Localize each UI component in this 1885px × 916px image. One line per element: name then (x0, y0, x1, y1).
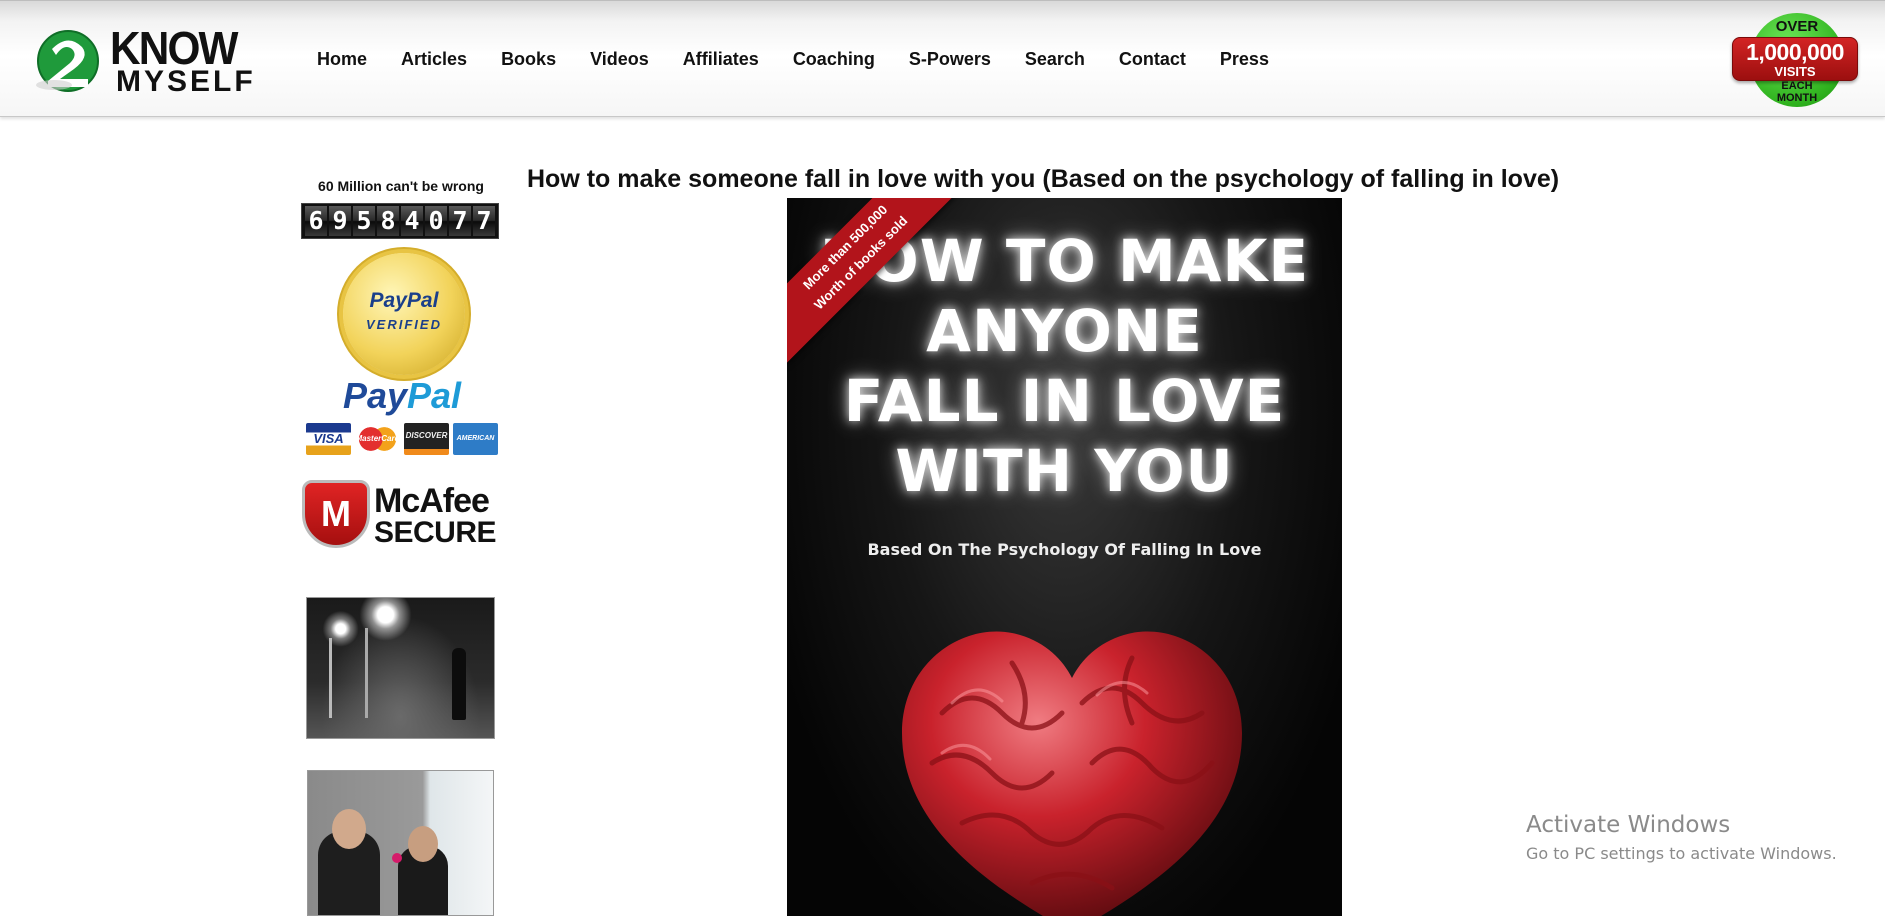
counter-digit: 0 (425, 206, 447, 236)
site-header: KNOW MYSELF Home Articles Books Videos A… (0, 0, 1885, 117)
brain-heart-icon (902, 631, 1242, 916)
cover-subtitle: Based On The Psychology Of Falling In Lo… (867, 540, 1262, 559)
paypal-pal: Pal (407, 375, 462, 416)
site-logo[interactable]: KNOW MYSELF (34, 22, 264, 97)
logo-2-icon (36, 30, 99, 92)
nav-press[interactable]: Press (1220, 49, 1269, 70)
seal-verified-text: VERIFIED (366, 317, 442, 332)
nav-search[interactable]: Search (1025, 49, 1085, 70)
visa-card-icon: VISA (306, 423, 351, 455)
visitor-counter: 6 9 5 8 4 0 7 7 (301, 203, 499, 239)
logo-know-text: KNOW (110, 22, 238, 74)
paypal-verified-badge[interactable]: PayPal VERIFIED PayPal VISA MasterCard D… (303, 253, 502, 474)
paypal-seal-icon: PayPal VERIFIED (343, 253, 465, 375)
nav-s-powers[interactable]: S-Powers (909, 49, 991, 70)
counter-digit: 6 (305, 206, 327, 236)
counter-label: 60 Million can't be wrong (318, 178, 484, 194)
nav-books[interactable]: Books (501, 49, 556, 70)
amex-card-icon: AMERICAN EXPRESS (453, 423, 498, 474)
counter-digit: 7 (449, 206, 471, 236)
mcafee-secure-text: SECURE (374, 516, 497, 549)
watermark-subtitle: Go to PC settings to activate Windows. (1526, 844, 1837, 863)
discover-card-icon: DISCOVER (404, 423, 449, 455)
page-title: How to make someone fall in love with yo… (527, 165, 1560, 193)
windows-activation-watermark: Activate Windows Go to PC settings to ac… (1526, 812, 1837, 863)
paypal-pay: Pay (342, 375, 407, 416)
cover-title-line: ANYONE (926, 297, 1203, 365)
nav-contact[interactable]: Contact (1119, 49, 1186, 70)
payment-cards: VISA MasterCard DISCOVER AMERICAN EXPRES… (306, 423, 502, 474)
cover-title-line: FALL IN LOVE (843, 367, 1286, 435)
visits-over-text: OVER (1775, 18, 1819, 35)
visits-month-text: MONTH (1776, 91, 1818, 104)
visits-label: VISITS (1774, 64, 1816, 79)
main-nav: Home Articles Books Videos Affiliates Co… (300, 49, 1286, 70)
seal-paypal-text: PayPal (369, 289, 439, 312)
nav-home[interactable]: Home (317, 49, 367, 70)
nav-videos[interactable]: Videos (590, 49, 649, 70)
mcafee-secure-badge[interactable]: M McAfee SECURE (302, 480, 502, 550)
nav-coaching[interactable]: Coaching (793, 49, 875, 70)
cover-title-line: WITH YOU (895, 437, 1234, 505)
book-cover[interactable]: HOW TO MAKE ANYONE FALL IN LOVE WITH YOU… (787, 198, 1342, 916)
watermark-title: Activate Windows (1526, 812, 1731, 838)
counter-digit: 9 (329, 206, 351, 236)
nav-affiliates[interactable]: Affiliates (683, 49, 759, 70)
studio-video-thumbnail[interactable] (306, 597, 495, 739)
nav-articles[interactable]: Articles (401, 49, 467, 70)
counter-digit: 8 (377, 206, 399, 236)
mcafee-shield-icon: M (302, 480, 370, 548)
visits-each-month: EACH MONTH (1732, 80, 1862, 104)
counter-digit: 7 (473, 206, 495, 236)
counter-digit: 5 (353, 206, 375, 236)
visits-badge: OVER 1,000,000 VISITS EACH MONTH (1732, 13, 1862, 109)
mastercard-icon: MasterCard (355, 423, 400, 455)
counter-digit: 4 (401, 206, 423, 236)
visits-each-text: EACH (1781, 80, 1813, 92)
interview-thumbnail[interactable] (307, 770, 494, 916)
visits-number: 1,000,000 (1746, 39, 1844, 65)
paypal-wordmark: PayPal (303, 375, 501, 417)
mcafee-m-letter: M (321, 493, 351, 534)
microphone-icon (392, 853, 402, 863)
